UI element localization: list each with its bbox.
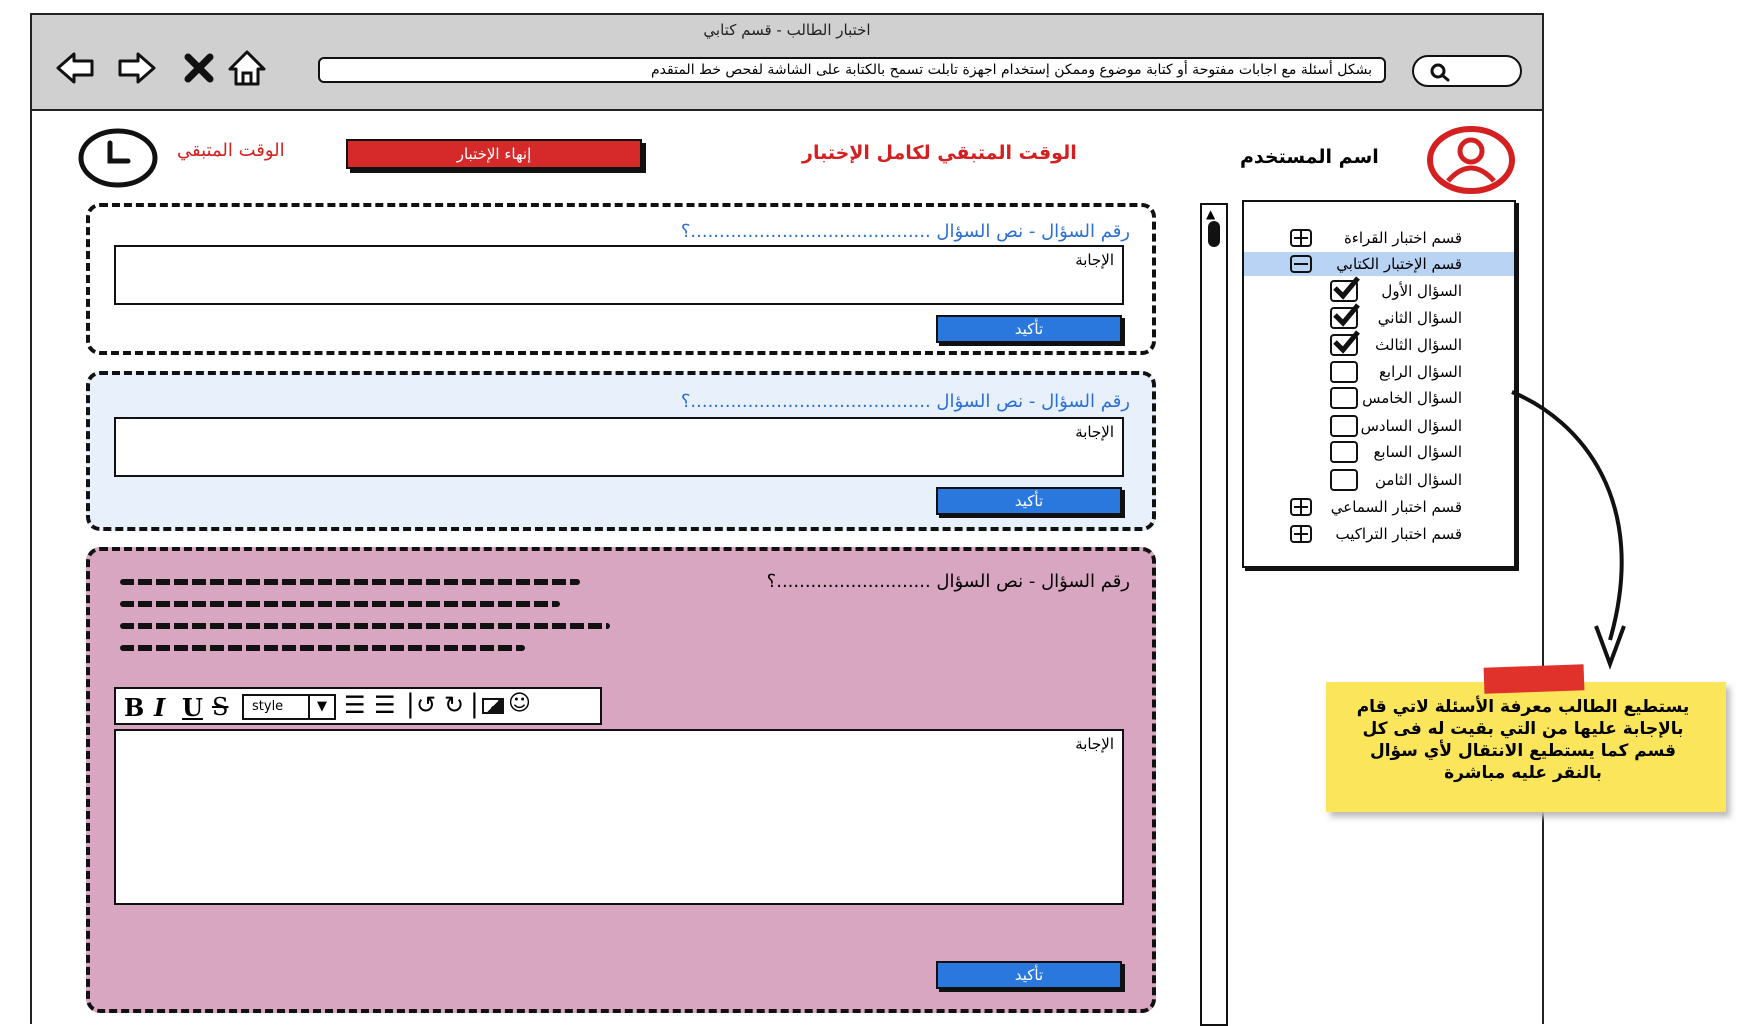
- remaining-time-label: الوقت المتبقي: [177, 140, 285, 161]
- address-bar[interactable]: بشكل أسئلة مع اجابات مفتوحة أو كتابة موض…: [318, 57, 1386, 83]
- expand-plus-icon[interactable]: [1290, 498, 1312, 516]
- question-title: رقم السؤال - نص السؤال .................…: [680, 391, 1130, 412]
- divider-icon: |: [470, 689, 479, 719]
- expand-plus-icon[interactable]: [1290, 229, 1312, 247]
- tree-item-label: قسم اختبار السماعي: [1330, 498, 1462, 516]
- tree-item-label: السؤال الثاني: [1377, 309, 1462, 327]
- checkbox-checked-icon[interactable]: [1330, 276, 1360, 302]
- tree-item-1[interactable]: قسم اختبار القراءة: [1244, 226, 1514, 250]
- tree-item-label: السؤال الثالث: [1375, 336, 1462, 354]
- answer-field[interactable]: الإجابة: [114, 729, 1124, 905]
- tree-item-label: السؤال الثامن: [1375, 471, 1462, 489]
- tree-item-6[interactable]: السؤال الرابع: [1244, 360, 1514, 384]
- tree-item-8[interactable]: السؤال السادس: [1244, 414, 1514, 438]
- window-title: اختبار الطالب - قسم كتابي: [703, 21, 871, 39]
- emoji-icon[interactable]: ☺: [508, 691, 531, 716]
- total-remaining-time-label: الوقت المتبقي لكامل الإختبار: [802, 142, 1077, 164]
- question-card-2: رقم السؤال - نص السؤال .................…: [86, 371, 1156, 531]
- question-card-3: رقم السؤال - نص السؤال .................…: [86, 547, 1156, 1013]
- numbered-list-icon[interactable]: ☰: [374, 691, 396, 719]
- style-dropdown-value: style: [252, 699, 284, 714]
- tree-item-label: قسم اختبار القراءة: [1343, 229, 1462, 247]
- answer-field[interactable]: الإجابة: [114, 417, 1124, 477]
- tree-item-4[interactable]: السؤال الثاني: [1244, 303, 1514, 330]
- checkbox-checked-icon[interactable]: [1330, 303, 1360, 329]
- question-card-1: رقم السؤال - نص السؤال .................…: [86, 203, 1156, 355]
- expand-plus-icon[interactable]: [1290, 525, 1312, 543]
- tree-item-2[interactable]: قسم الإختبار الكتابي: [1244, 252, 1514, 276]
- tree-item-label: قسم اختبار التراكيب: [1335, 525, 1462, 543]
- checkbox-empty-icon[interactable]: [1330, 441, 1358, 463]
- checkbox-empty-icon[interactable]: [1330, 361, 1358, 383]
- question-title: رقم السؤال - نص السؤال .................…: [766, 571, 1130, 592]
- tree-item-11[interactable]: قسم اختبار السماعي: [1244, 495, 1514, 519]
- home-icon[interactable]: [226, 47, 268, 89]
- bold-button[interactable]: B: [124, 693, 144, 722]
- tree-item-label: قسم الإختبار الكتابي: [1336, 255, 1462, 273]
- checkbox-empty-icon[interactable]: [1330, 387, 1358, 409]
- editor-toolbar: B I U S style ▼ ☰ ☰ | ↺ ↻ | ☺: [114, 687, 602, 725]
- tree-item-label: السؤال الرابع: [1378, 363, 1462, 381]
- close-icon[interactable]: [178, 47, 220, 89]
- chevron-down-icon: ▼: [308, 696, 334, 718]
- clock-icon: [78, 128, 158, 188]
- tree-item-5[interactable]: السؤال الثالث: [1244, 330, 1514, 357]
- scroll-up-icon[interactable]: ▲: [1206, 207, 1215, 221]
- search-icon: [1430, 63, 1450, 82]
- checkbox-checked-icon[interactable]: [1330, 330, 1360, 356]
- sticky-note-text: يستطيع الطالب معرفة الأسئلة لاتي قام بال…: [1356, 697, 1690, 783]
- checkbox-empty-icon[interactable]: [1330, 415, 1358, 437]
- bullet-list-icon[interactable]: ☰: [344, 691, 366, 719]
- checkbox-empty-icon[interactable]: [1330, 469, 1358, 491]
- tree-item-label: السؤال الأول: [1381, 282, 1462, 300]
- scrollbar-thumb[interactable]: [1208, 221, 1220, 247]
- sticky-note: يستطيع الطالب معرفة الأسئلة لاتي قام بال…: [1326, 682, 1726, 812]
- scrollbar[interactable]: ▲: [1200, 203, 1228, 1026]
- confirm-button[interactable]: تأكيد: [936, 487, 1122, 515]
- undo-icon[interactable]: ↺: [416, 691, 436, 719]
- collapse-minus-icon[interactable]: [1290, 255, 1312, 273]
- tree-item-label: السؤال السادس: [1360, 417, 1462, 435]
- tree-item-9[interactable]: السؤال السابع: [1244, 440, 1514, 464]
- redo-icon[interactable]: ↻: [444, 691, 464, 719]
- sections-tree: قسم اختبار القراءة قسم الإختبار الكتابي ال…: [1242, 200, 1516, 568]
- confirm-button[interactable]: تأكيد: [936, 961, 1122, 989]
- question-title: رقم السؤال - نص السؤال .................…: [680, 221, 1130, 242]
- user-avatar-icon[interactable]: [1426, 125, 1516, 195]
- tree-item-3[interactable]: السؤال الأول: [1244, 276, 1514, 303]
- username-label: اسم المستخدم: [1240, 146, 1379, 168]
- answer-field[interactable]: الإجابة: [114, 245, 1124, 305]
- end-exam-button[interactable]: إنهاء الإختبار: [346, 139, 642, 169]
- confirm-button[interactable]: تأكيد: [936, 315, 1122, 343]
- tree-item-10[interactable]: السؤال الثامن: [1244, 468, 1514, 492]
- divider-icon: |: [406, 689, 415, 719]
- tree-item-label: السؤال الخامس: [1362, 389, 1462, 407]
- italic-button[interactable]: I: [154, 693, 165, 722]
- strikethrough-button[interactable]: S: [212, 693, 228, 721]
- forward-arrow-icon[interactable]: [116, 47, 158, 89]
- title-bar: اختبار الطالب - قسم كتابي بشكل أسئلة مع …: [32, 15, 1542, 111]
- tree-item-7[interactable]: السؤال الخامس: [1244, 386, 1514, 410]
- back-arrow-icon[interactable]: [54, 47, 96, 89]
- image-icon[interactable]: [482, 698, 504, 714]
- tree-item-12[interactable]: قسم اختبار التراكيب: [1244, 522, 1514, 546]
- annotation-arrow-icon: [1511, 390, 1626, 670]
- search-field[interactable]: [1412, 55, 1522, 87]
- tree-item-label: السؤال السابع: [1373, 443, 1462, 461]
- underline-button[interactable]: U: [182, 693, 203, 722]
- style-dropdown[interactable]: style ▼: [242, 694, 336, 720]
- sticky-note-tape: [1483, 664, 1585, 694]
